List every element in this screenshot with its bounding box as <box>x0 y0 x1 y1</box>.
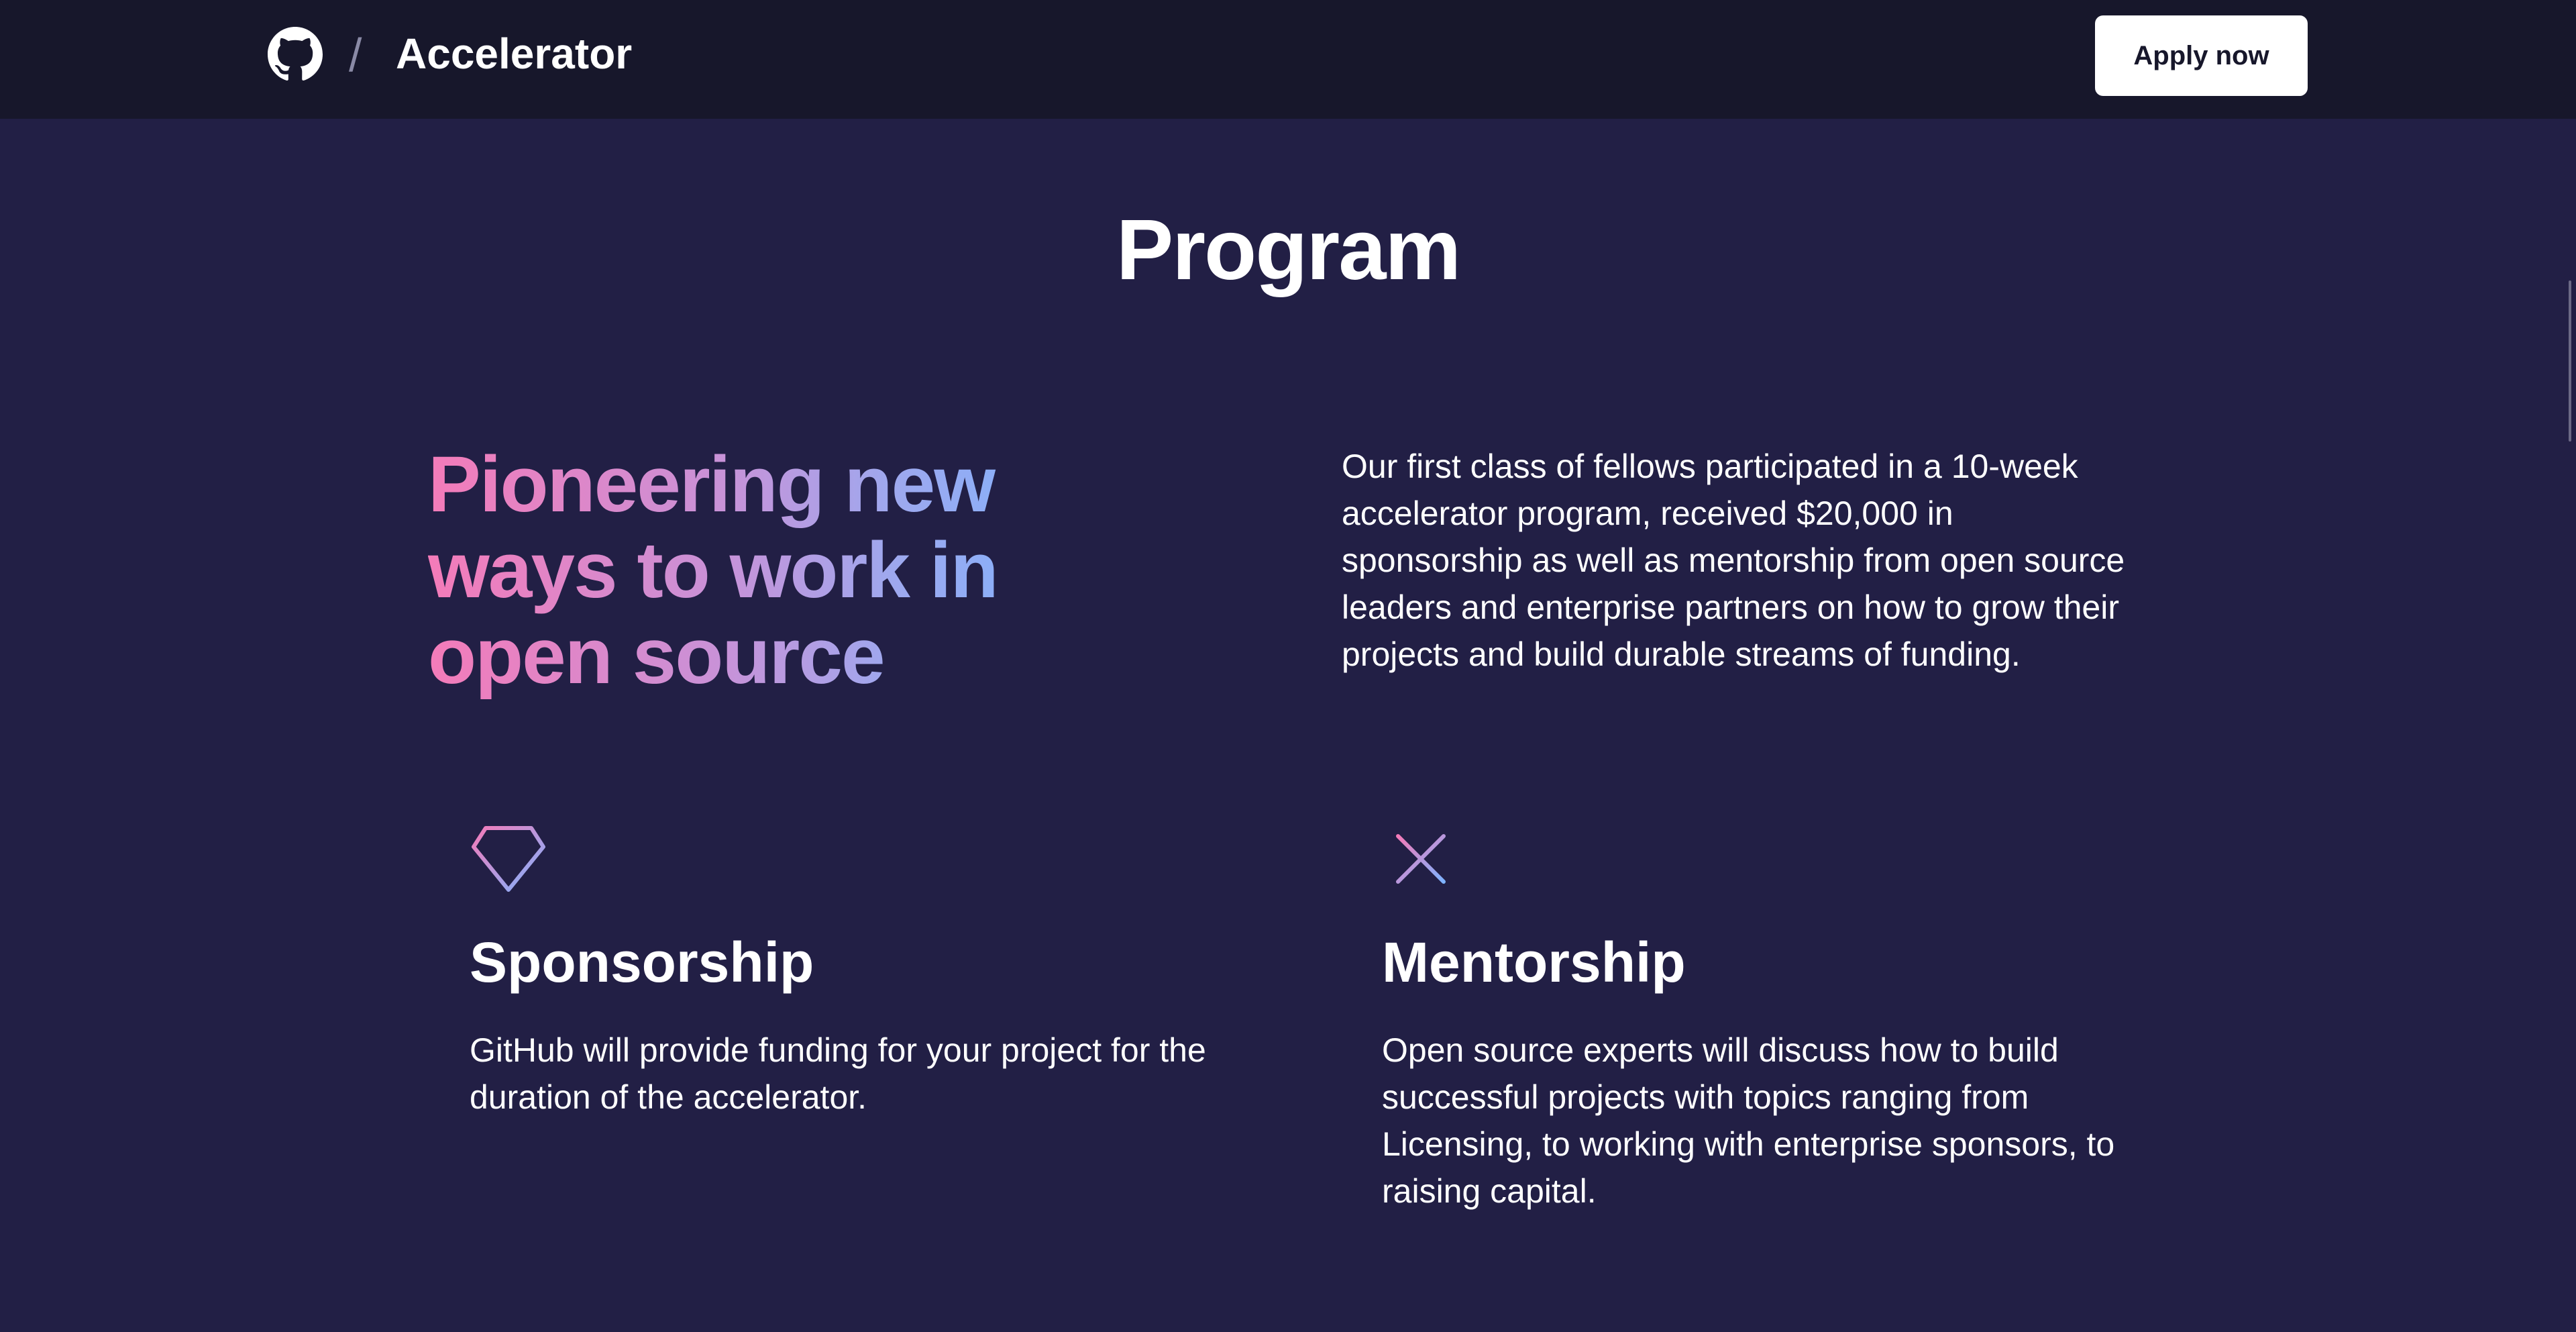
page: / Accelerator Apply now Program Pioneeri… <box>0 0 2576 1332</box>
feature-title-mentorship: Mentorship <box>1382 931 1686 994</box>
accelerator-home-link[interactable]: Accelerator <box>396 25 632 82</box>
section-title: Program <box>1116 202 1461 298</box>
diamond-icon <box>470 817 547 895</box>
intro-paragraph: Our first class of fellows participated … <box>1342 448 2125 673</box>
breadcrumb-separator: / <box>349 29 362 81</box>
github-logo-svg <box>268 27 323 81</box>
github-logo-icon[interactable] <box>268 27 323 82</box>
feature-desc-mentorship: Open source experts will discuss how to … <box>1382 1031 2115 1210</box>
hero-heading: Pioneering new ways to work in open sour… <box>428 442 1085 699</box>
feature-desc-sponsorship: GitHub will provide funding for your pro… <box>470 1031 1206 1116</box>
scrollbar-thumb[interactable] <box>2569 280 2571 442</box>
sparkle-icon <box>1382 820 1460 898</box>
apply-now-button[interactable]: Apply now <box>2095 15 2308 96</box>
feature-title-sponsorship: Sponsorship <box>470 931 814 994</box>
site-header: / Accelerator Apply now <box>0 0 2576 119</box>
